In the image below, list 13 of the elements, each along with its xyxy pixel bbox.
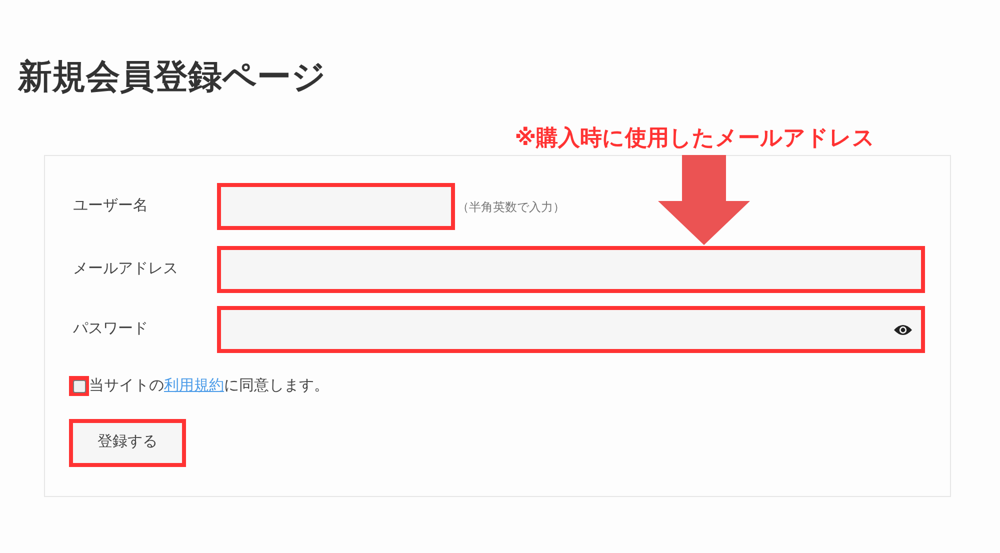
register-button[interactable]: 登録する xyxy=(69,418,186,466)
agree-checkbox[interactable] xyxy=(69,376,89,396)
field-label: ユーザー名 xyxy=(73,196,149,216)
field-hint: （半角英数で入力） xyxy=(457,198,565,216)
agree-text: 当サイトの利用規約に同意します。 xyxy=(89,376,329,396)
page-title: 新規会員登録ページ xyxy=(18,56,326,99)
password-field[interactable] xyxy=(217,306,925,353)
username-field[interactable] xyxy=(217,183,455,230)
email-field[interactable] xyxy=(217,246,925,293)
field-label: メールアドレス xyxy=(73,259,179,280)
eye-icon[interactable] xyxy=(893,322,913,336)
annotation-text: ※購入時に使用したメールアドレス xyxy=(514,125,876,153)
field-label: パスワード xyxy=(73,319,149,340)
